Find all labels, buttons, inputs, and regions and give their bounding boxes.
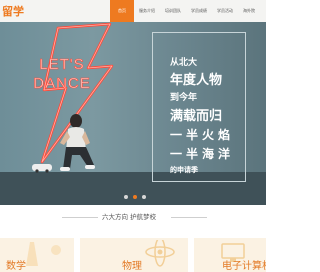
nav-item-services[interactable]: 服务介绍 (134, 0, 160, 22)
slogan-line-4: 满载而归 (170, 109, 223, 124)
slogan-frame: 从北大 年度人物 到今年 满载而归 一半火焰 一半海洋 的申请季 (152, 32, 246, 182)
slogan-line-6: 一半海洋 (170, 147, 235, 161)
nav-item-home[interactable]: 首页 (110, 0, 134, 22)
slogan-line-7: 的申请季 (170, 166, 198, 174)
nav-item-results[interactable]: 学员成绩 (186, 0, 212, 22)
subject-label-math: 数学 (6, 261, 26, 272)
section-divider-left (62, 217, 98, 218)
neon-text-line-1: LET'S (39, 56, 84, 73)
neon-text-line-2: DANCE (33, 75, 91, 92)
carousel-dot-1[interactable] (124, 195, 128, 199)
carousel-dot-3[interactable] (142, 195, 146, 199)
brand-logo[interactable]: 留学 (2, 3, 24, 19)
nav-item-overseas[interactable]: 海外院 (238, 0, 260, 22)
slogan-line-5: 一半火焰 (170, 128, 235, 142)
slogan-line-3: 到今年 (170, 93, 198, 103)
subject-cards: 数学 物理 电子计算机 (0, 238, 266, 272)
carousel-dot-2[interactable] (133, 195, 137, 199)
section-divider-right (171, 217, 207, 218)
section-title: 六大方向 护航梦校 (102, 213, 157, 221)
subject-label-computer: 电子计算机 (222, 261, 266, 272)
hero-banner[interactable]: LET'S DANCE 从北大 年度人物 到今年 满载而归 一半火焰 一半海洋 … (0, 22, 266, 205)
subject-card-computer[interactable]: 电子计算机 (194, 238, 266, 272)
section-header: 六大方向 护航梦校 (0, 206, 266, 228)
top-navigation-bar: 留学 首页 服务介绍 培训团队 学员成绩 学员活动 海外院 (0, 0, 266, 22)
carousel-indicators (124, 195, 146, 199)
subject-card-math[interactable]: 数学 (0, 238, 74, 272)
nav-item-activities[interactable]: 学员活动 (212, 0, 238, 22)
slogan-line-1: 从北大 (170, 58, 198, 68)
subject-label-physics: 物理 (122, 261, 142, 272)
main-nav: 首页 服务介绍 培训团队 学员成绩 学员活动 海外院 (110, 0, 260, 22)
seated-person-illustration (32, 114, 95, 173)
subject-card-physics[interactable]: 物理 (80, 238, 188, 272)
slogan-line-2: 年度人物 (170, 73, 223, 88)
nav-item-team[interactable]: 培训团队 (160, 0, 186, 22)
